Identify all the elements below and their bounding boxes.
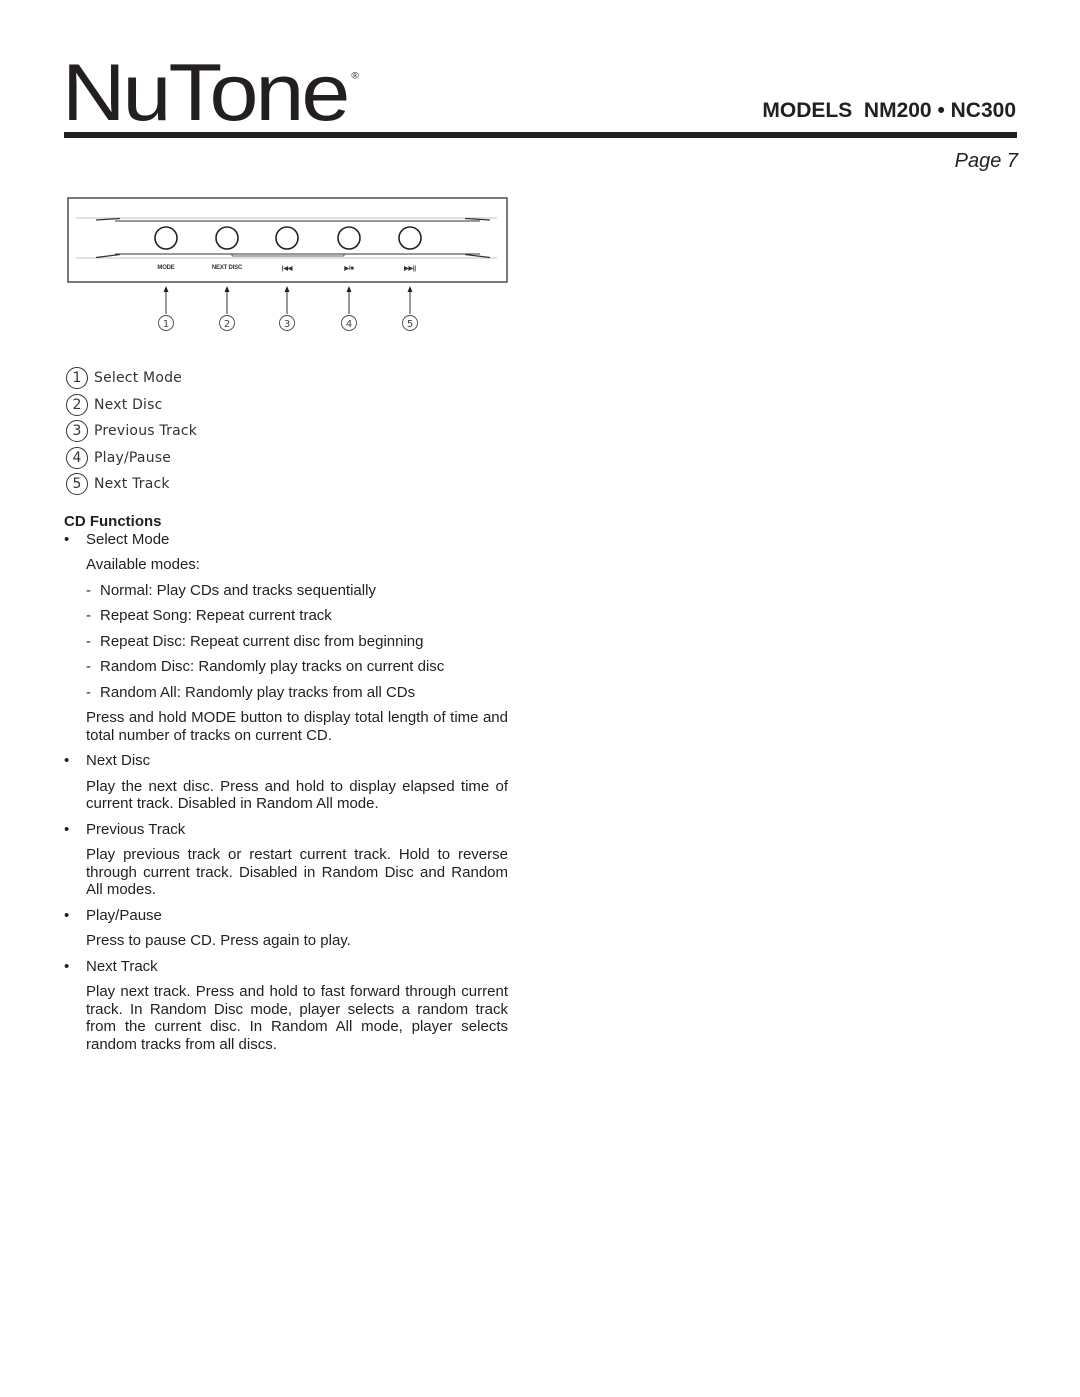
panel-button-4 [337, 226, 361, 250]
panel-button-1 [154, 226, 178, 250]
bullet-icon: • [64, 957, 70, 975]
models-title: MODELS NM200 • NC300 [762, 99, 1016, 122]
panel-label-previous-track-icon: |◀◀ [281, 266, 293, 272]
mode-text: Random All: Randomly play tracks from al… [100, 683, 416, 701]
bullet-icon: • [64, 530, 70, 548]
panel-label-play-stop-icon: ▶/■ [344, 266, 354, 272]
mode-item: - Repeat Disc: Repeat current disc from b… [64, 633, 508, 651]
next-track-description: Play next track. Press and hold to fast … [86, 983, 508, 1053]
previous-track-description: Play previous track or restart current t… [86, 846, 508, 898]
callout-number: 2 [224, 319, 230, 330]
panel-label-next-track-icon: ▶▶|| [404, 266, 416, 272]
legend-text: Play/Pause [94, 449, 172, 466]
play-pause-description: Press to pause CD. Press again to play. [86, 932, 351, 949]
panel-lower-band [76, 253, 497, 259]
legend-item: 1 Select Mode [66, 365, 197, 392]
legend-number-circle: 3 [66, 420, 88, 443]
panel-upper-band [76, 217, 497, 222]
section-title: CD Functions [64, 513, 162, 530]
bullet-icon: • [64, 752, 70, 769]
bullet-next-track: • Next Track [64, 958, 508, 976]
panel-button-2 [215, 226, 239, 250]
legend-item: 3 Previous Track [66, 418, 197, 445]
mode-list: - Normal: Play CDs and tracks sequentiall… [64, 574, 508, 702]
callout-arrowhead-icon [163, 286, 169, 292]
cd-functions-section: CD Functions • Select Mode Available mod… [64, 513, 508, 1053]
button-legend: 1 Select Mode 2 Next Disc 3 Previous Track 4 Pl… [66, 365, 197, 498]
bullet-heading: Next Track [86, 957, 158, 975]
bullet-icon: • [64, 906, 70, 924]
legend-text: Next Disc [94, 396, 163, 413]
dash-icon: - [86, 581, 91, 599]
legend-item: 2 Next Disc [66, 392, 197, 419]
callout-arrowhead-icon [346, 286, 352, 292]
dash-icon: - [86, 607, 91, 624]
mode-text: Random Disc: Randomly play tracks on cur… [100, 658, 445, 675]
mode-item: - Random All: Randomly play tracks from a… [64, 684, 508, 702]
brand-name: NuTone [62, 46, 350, 138]
mode-text: Repeat Disc: Repeat current disc from be… [100, 632, 424, 650]
mode-note: Press and hold MODE button to display to… [86, 709, 508, 744]
legend-number-circle: 4 [66, 446, 88, 469]
bullet-heading: Previous Track [86, 820, 186, 838]
page-number: Page 7 [954, 150, 1018, 172]
next-disc-description: Play the next disc. Press and hold to di… [86, 777, 508, 813]
bullet-icon: • [64, 820, 70, 838]
callout-number: 1 [163, 319, 169, 330]
callout-number: 5 [407, 319, 413, 330]
bullet-select-mode: • Select Mode [64, 531, 508, 549]
mode-item: - Random Disc: Randomly play tracks on cu… [64, 658, 508, 676]
dash-icon: - [86, 658, 91, 675]
bullet-heading: Select Mode [86, 530, 170, 548]
modes-intro: Available modes: [86, 556, 200, 573]
bullet-heading: Next Disc [86, 752, 151, 769]
bullet-previous-track: • Previous Track [64, 821, 508, 839]
header-rule [64, 132, 1017, 138]
panel-button-5 [398, 226, 422, 250]
callout-number: 3 [284, 319, 290, 330]
legend-item: 4 Play/Pause [66, 445, 197, 472]
legend-text: Next Track [94, 476, 170, 493]
legend-text: Previous Track [94, 423, 198, 440]
bullet-heading: Play/Pause [86, 906, 162, 924]
panel-label-mode-text: MODE [157, 265, 175, 271]
bullet-play-pause: • Play/Pause [64, 907, 508, 925]
legend-item: 5 Next Track [66, 471, 197, 498]
legend-number-circle: 2 [66, 393, 88, 416]
legend-number-circle: 5 [66, 473, 88, 496]
registered-mark: ® [351, 71, 359, 82]
panel-label-next-disc-text: NEXT DISC [211, 265, 243, 271]
dash-icon: - [86, 683, 91, 701]
mode-text: Normal: Play CDs and tracks sequentially [100, 581, 376, 599]
mode-item: - Repeat Song: Repeat current track [64, 607, 508, 625]
callout-arrowhead-icon [407, 286, 413, 292]
callout-arrowhead-icon [284, 286, 290, 292]
callout-number: 4 [346, 319, 352, 330]
nutone-logo: NuTone ® [62, 52, 359, 133]
legend-number-circle: 1 [66, 367, 88, 390]
callout-arrowhead-icon [224, 286, 230, 292]
bullet-next-disc: • Next Disc [64, 752, 508, 770]
dash-icon: - [86, 632, 91, 650]
mode-text: Repeat Song: Repeat current track [100, 607, 332, 624]
mode-item: - Normal: Play CDs and tracks sequentiall… [64, 582, 508, 600]
panel-button-3 [275, 226, 299, 250]
legend-text: Select Mode [94, 370, 182, 387]
